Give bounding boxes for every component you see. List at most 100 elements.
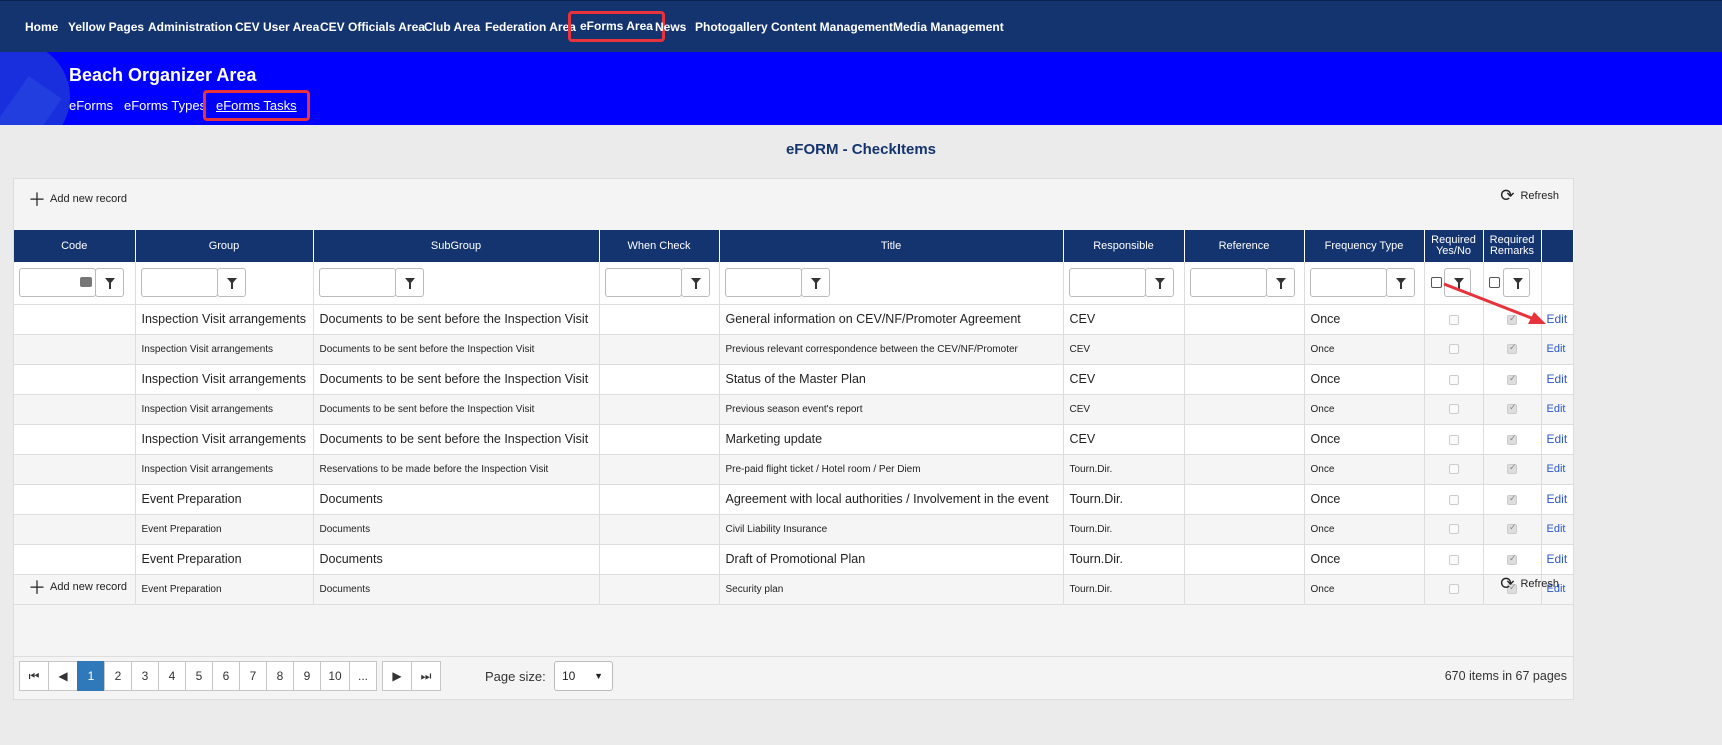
last-page-button[interactable]: ⏭ [411,661,441,691]
filter-group-input[interactable] [140,268,218,298]
edit-link[interactable]: Edit [1547,372,1568,386]
edit-link[interactable]: Edit [1547,432,1568,446]
nav-yellow-pages[interactable]: Yellow Pages [68,20,144,34]
page-button-8[interactable]: 8 [266,661,294,691]
nav-federation-area[interactable]: Federation Area [485,20,576,34]
nav-photogallery[interactable]: Photogallery [695,20,768,34]
col-code[interactable]: Code [14,230,136,262]
col-required-remarks[interactable]: Required Remarks [1483,230,1542,262]
cell-title: Marketing update [719,424,1064,455]
filter-subgroup-input[interactable] [318,268,396,298]
col-reference[interactable]: Reference [1184,230,1305,262]
cell-subgroup: Documents [313,484,600,515]
filter-icon[interactable] [800,268,830,298]
nav-club-area[interactable]: Club Area [424,20,480,34]
nav-cev-officials-area[interactable]: CEV Officials Area [320,20,425,34]
prev-page-button[interactable]: ◀ [48,661,78,691]
required-remarks-checkbox [1507,402,1517,414]
subnav-eforms-types[interactable]: eForms Types [124,98,206,113]
nav-content-management[interactable]: Content Management [771,20,893,34]
cell-code [14,544,136,575]
col-when-check[interactable]: When Check [599,230,720,262]
refresh-button-top[interactable]: ⟳ Refresh [1500,186,1559,206]
edit-link[interactable]: Edit [1547,492,1568,506]
cell-subgroup: Documents [313,514,600,545]
first-page-button[interactable]: ⏮ [19,661,49,691]
add-record-label: Add new record [50,580,128,593]
cell-code [14,454,136,485]
col-group[interactable]: Group [135,230,314,262]
filter-when-check-input[interactable] [604,268,682,298]
table-row[interactable]: Inspection Visit arrangements Reservation… [14,454,1574,485]
page-button-7[interactable]: 7 [239,661,267,691]
required-remarks-checkbox [1507,522,1517,534]
page-button-6[interactable]: 6 [212,661,240,691]
nav-news[interactable]: News [655,20,686,34]
page-button-3[interactable]: 3 [131,661,159,691]
filter-icon[interactable] [95,268,124,298]
edit-link[interactable]: Edit [1547,343,1566,355]
cell-subgroup: Documents to be sent before the Inspecti… [313,334,600,365]
table-row[interactable]: Inspection Visit arrangements Documents t… [14,394,1574,425]
filter-icon[interactable] [1144,268,1174,298]
filter-title-input[interactable] [724,268,802,298]
subnav-eforms[interactable]: eForms [69,98,113,113]
cell-reference [1184,484,1305,515]
cell-subgroup: Reservations to be made before the Inspe… [313,454,600,485]
table-row[interactable]: Event Preparation Documents Agreement with… [14,484,1574,515]
table-row[interactable]: Event Preparation Documents Civil Liabilit… [14,514,1574,545]
table-row[interactable]: Inspection Visit arrangements Documents t… [14,424,1574,455]
table-row[interactable]: Inspection Visit arrangements Documents t… [14,334,1574,365]
col-subgroup[interactable]: SubGroup [313,230,600,262]
edit-link[interactable]: Edit [1547,552,1568,566]
table-row[interactable]: Event Preparation Documents Security plan T… [14,574,1574,605]
filter-icon[interactable] [394,268,424,298]
filter-icon[interactable] [1385,268,1415,298]
cell-title: General information on CEV/NF/Promoter A… [719,304,1064,335]
filter-responsible-input[interactable] [1068,268,1146,298]
filter-code-input[interactable] [19,268,96,298]
table-row[interactable]: Event Preparation Documents Draft of Promo… [14,544,1574,575]
page-button-9[interactable]: 9 [293,661,321,691]
page-button-10[interactable]: 10 [320,661,350,691]
subnav-eforms-tasks[interactable]: eForms Tasks [203,90,310,121]
page-size-select[interactable]: 10 ▼ [554,661,613,691]
cell-actions: Edit [1541,514,1574,545]
col-frequency-type[interactable]: Frequency Type [1304,230,1425,262]
page-button-4[interactable]: 4 [158,661,186,691]
cell-when-check [599,574,720,605]
nav-administration[interactable]: Administration [148,20,233,34]
page-button-1[interactable]: 1 [77,661,105,691]
add-record-button-top[interactable]: ＋ Add new record [28,186,127,212]
col-responsible[interactable]: Responsible [1063,230,1185,262]
nav-home[interactable]: Home [25,20,58,34]
nav-media-management[interactable]: Media Management [893,20,1004,34]
filter-reference-input[interactable] [1189,268,1267,298]
page-button-5[interactable]: 5 [185,661,213,691]
table-row[interactable]: Inspection Visit arrangements Documents t… [14,364,1574,395]
cell-group: Event Preparation [135,484,314,515]
filter-yesno-checkbox[interactable] [1430,277,1442,289]
filter-icon[interactable] [1265,268,1295,298]
filter-icon[interactable] [216,268,246,298]
page-button-2[interactable]: 2 [104,661,132,691]
required-remarks-checkbox [1507,553,1517,565]
area-header: Beach Organizer Area eForms eForms Types… [0,52,1722,125]
cell-reference [1184,514,1305,545]
refresh-button-bottom[interactable]: ⟳ Refresh [1500,574,1559,594]
filter-icon[interactable] [680,268,710,298]
table-row[interactable]: Inspection Visit arrangements Documents t… [14,304,1574,335]
edit-link[interactable]: Edit [1547,463,1566,475]
filter-frequency-input[interactable] [1309,268,1387,298]
add-record-button-bottom[interactable]: ＋ Add new record [28,574,127,600]
edit-link[interactable]: Edit [1547,403,1566,415]
nav-eforms-area[interactable]: eForms Area [568,11,665,42]
col-required-yesno[interactable]: Required Yes/No [1424,230,1484,262]
col-title[interactable]: Title [719,230,1064,262]
edit-link[interactable]: Edit [1547,523,1566,535]
nav-cev-user-area[interactable]: CEV User Area [235,20,319,34]
cell-group: Inspection Visit arrangements [135,454,314,485]
cell-title: Previous relevant correspondence between… [719,334,1064,365]
next-page-button[interactable]: ▶ [382,661,412,691]
more-pages-button[interactable]: ... [349,661,377,691]
